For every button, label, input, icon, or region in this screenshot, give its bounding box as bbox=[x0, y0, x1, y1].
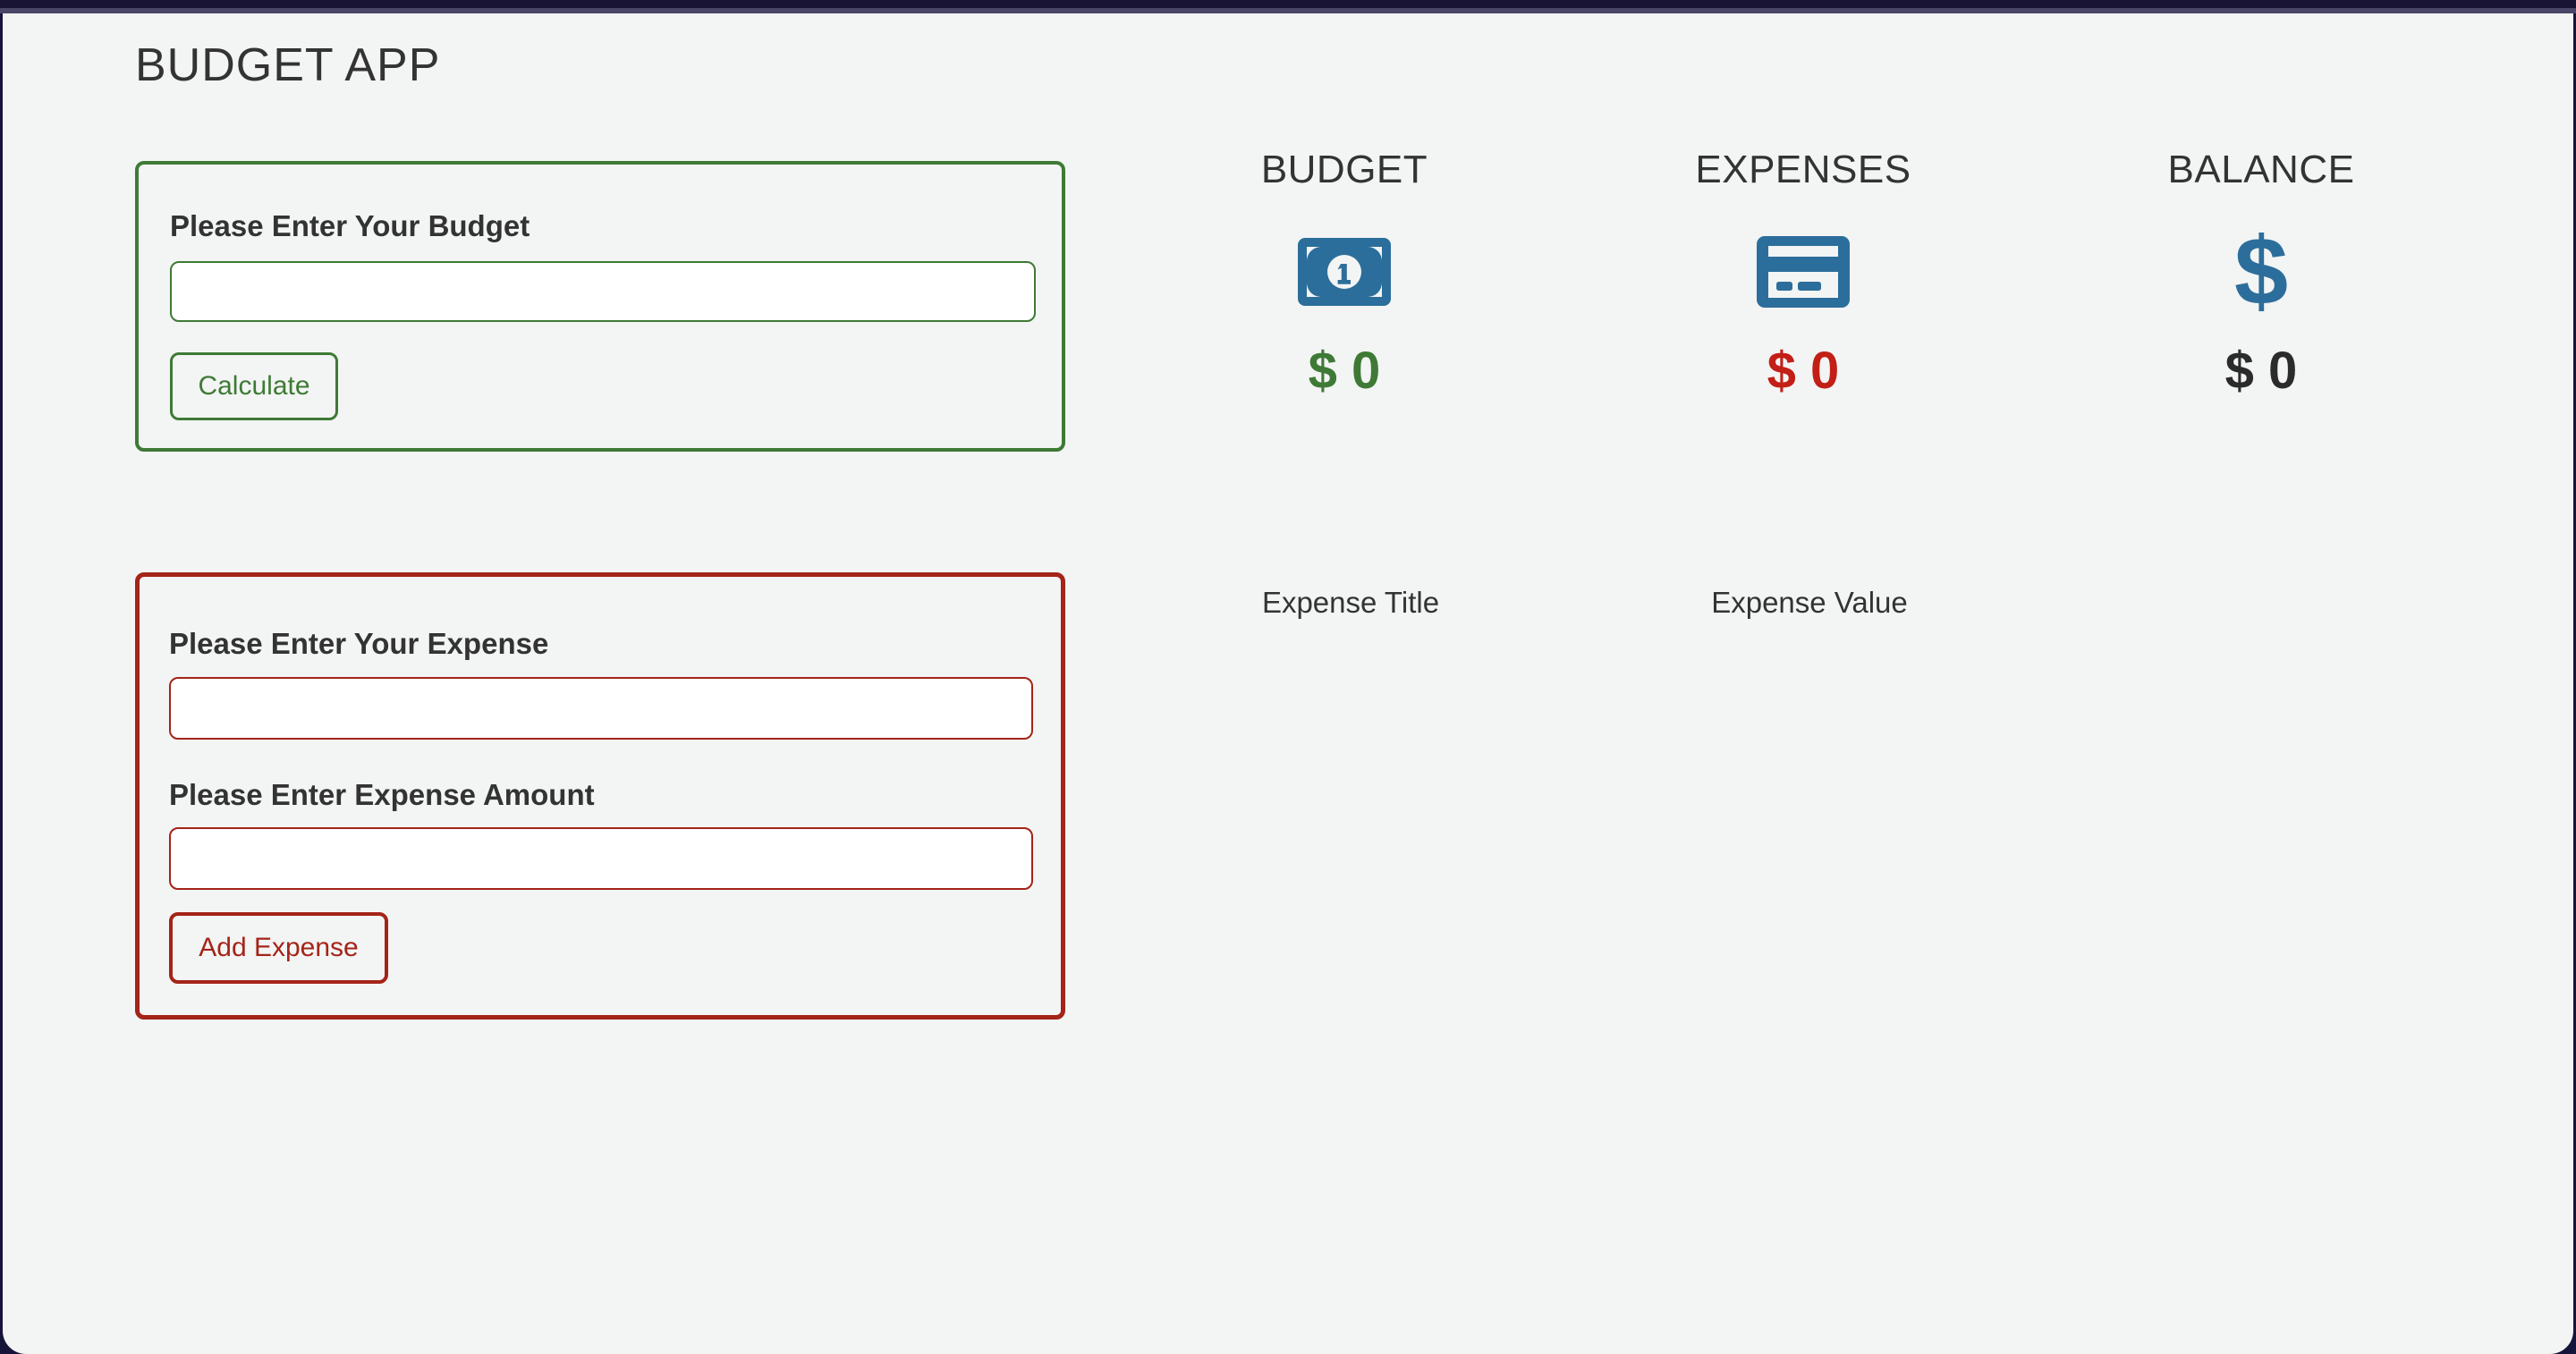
balance-heading: BALANCE bbox=[2167, 148, 2355, 191]
budget-value: $ 0 bbox=[1308, 342, 1381, 400]
budget-input[interactable] bbox=[170, 261, 1036, 322]
page-content: BUDGET APP Please Enter Your Budget Calc… bbox=[3, 13, 2573, 1354]
dollar-sign-icon: $ bbox=[2082, 223, 2440, 321]
expense-list-column-value: Expense Value bbox=[1711, 586, 1908, 619]
expense-amount-label: Please Enter Expense Amount bbox=[169, 778, 595, 811]
expenses-heading: EXPENSES bbox=[1695, 148, 1911, 191]
expense-title-label: Please Enter Your Expense bbox=[169, 627, 549, 660]
expense-amount-input[interactable] bbox=[169, 827, 1033, 890]
expense-form-card: Please Enter Your Expense Please Enter E… bbox=[135, 572, 1065, 1020]
app-viewport: BUDGET APP Please Enter Your Budget Calc… bbox=[0, 0, 2576, 1354]
add-expense-button[interactable]: Add Expense bbox=[169, 912, 388, 984]
page-title: BUDGET APP bbox=[135, 39, 441, 91]
credit-card-icon bbox=[1624, 223, 1982, 321]
summary-column-budget: BUDGET $ 0 bbox=[1165, 148, 1523, 401]
svg-text:$: $ bbox=[2234, 225, 2288, 318]
budget-form-card: Please Enter Your Budget Calculate bbox=[135, 161, 1065, 452]
browser-chrome-bar bbox=[0, 0, 2576, 8]
expense-list-column-title: Expense Title bbox=[1261, 586, 1440, 619]
summary-column-balance: BALANCE $ $ 0 bbox=[2082, 148, 2440, 401]
budget-heading: BUDGET bbox=[1260, 148, 1428, 191]
expenses-value: $ 0 bbox=[1767, 342, 1840, 400]
calculate-button[interactable]: Calculate bbox=[170, 352, 338, 420]
budget-input-label: Please Enter Your Budget bbox=[170, 209, 530, 242]
money-bill-icon bbox=[1165, 223, 1523, 321]
expense-list-header: Expense Title Expense Value bbox=[1165, 586, 2418, 639]
summary-column-expenses: EXPENSES $ 0 bbox=[1624, 148, 1982, 401]
expense-title-input[interactable] bbox=[169, 677, 1033, 740]
balance-value: $ 0 bbox=[2224, 342, 2298, 400]
